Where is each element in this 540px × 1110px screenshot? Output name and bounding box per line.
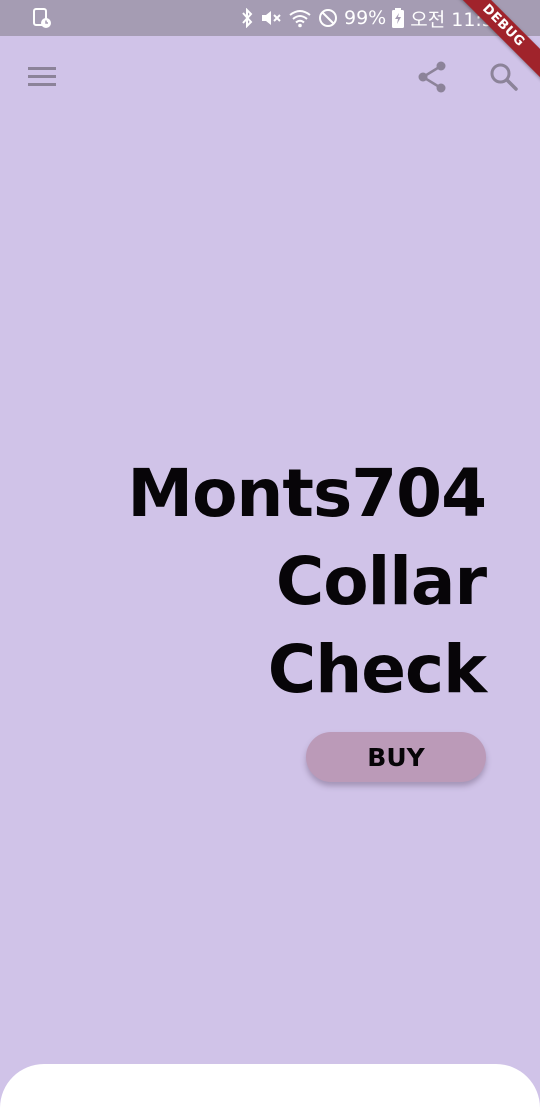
app-screen: 99% 오전 11:50 DEBUG Monts704 Collar Check…: [0, 0, 540, 1110]
mute-icon: [260, 8, 282, 28]
bottom-sheet[interactable]: [0, 1064, 540, 1110]
share-icon: [417, 61, 447, 97]
search-button[interactable]: [480, 55, 528, 103]
menu-button[interactable]: [18, 54, 66, 102]
search-icon: [489, 62, 519, 96]
product-title-line-2: Collar: [275, 543, 487, 620]
product-title-block: Monts704 Collar Check: [127, 450, 487, 714]
wifi-icon: [288, 8, 312, 28]
do-not-disturb-icon: [318, 8, 338, 28]
menu-icon: [27, 65, 57, 91]
bluetooth-icon: [240, 8, 254, 28]
share-button[interactable]: [408, 55, 456, 103]
app-bar: [0, 36, 540, 120]
battery-charging-icon: [392, 8, 405, 28]
buy-button[interactable]: BUY: [306, 732, 486, 782]
status-icons: 99% 오전 11:50: [240, 4, 506, 32]
product-title-line-1: Monts704: [127, 455, 487, 532]
battery-percent: 99%: [344, 7, 387, 29]
product-title-line-3: Check: [267, 631, 487, 708]
status-bar: 99% 오전 11:50: [0, 0, 540, 36]
screenshot-icon: [32, 7, 52, 29]
